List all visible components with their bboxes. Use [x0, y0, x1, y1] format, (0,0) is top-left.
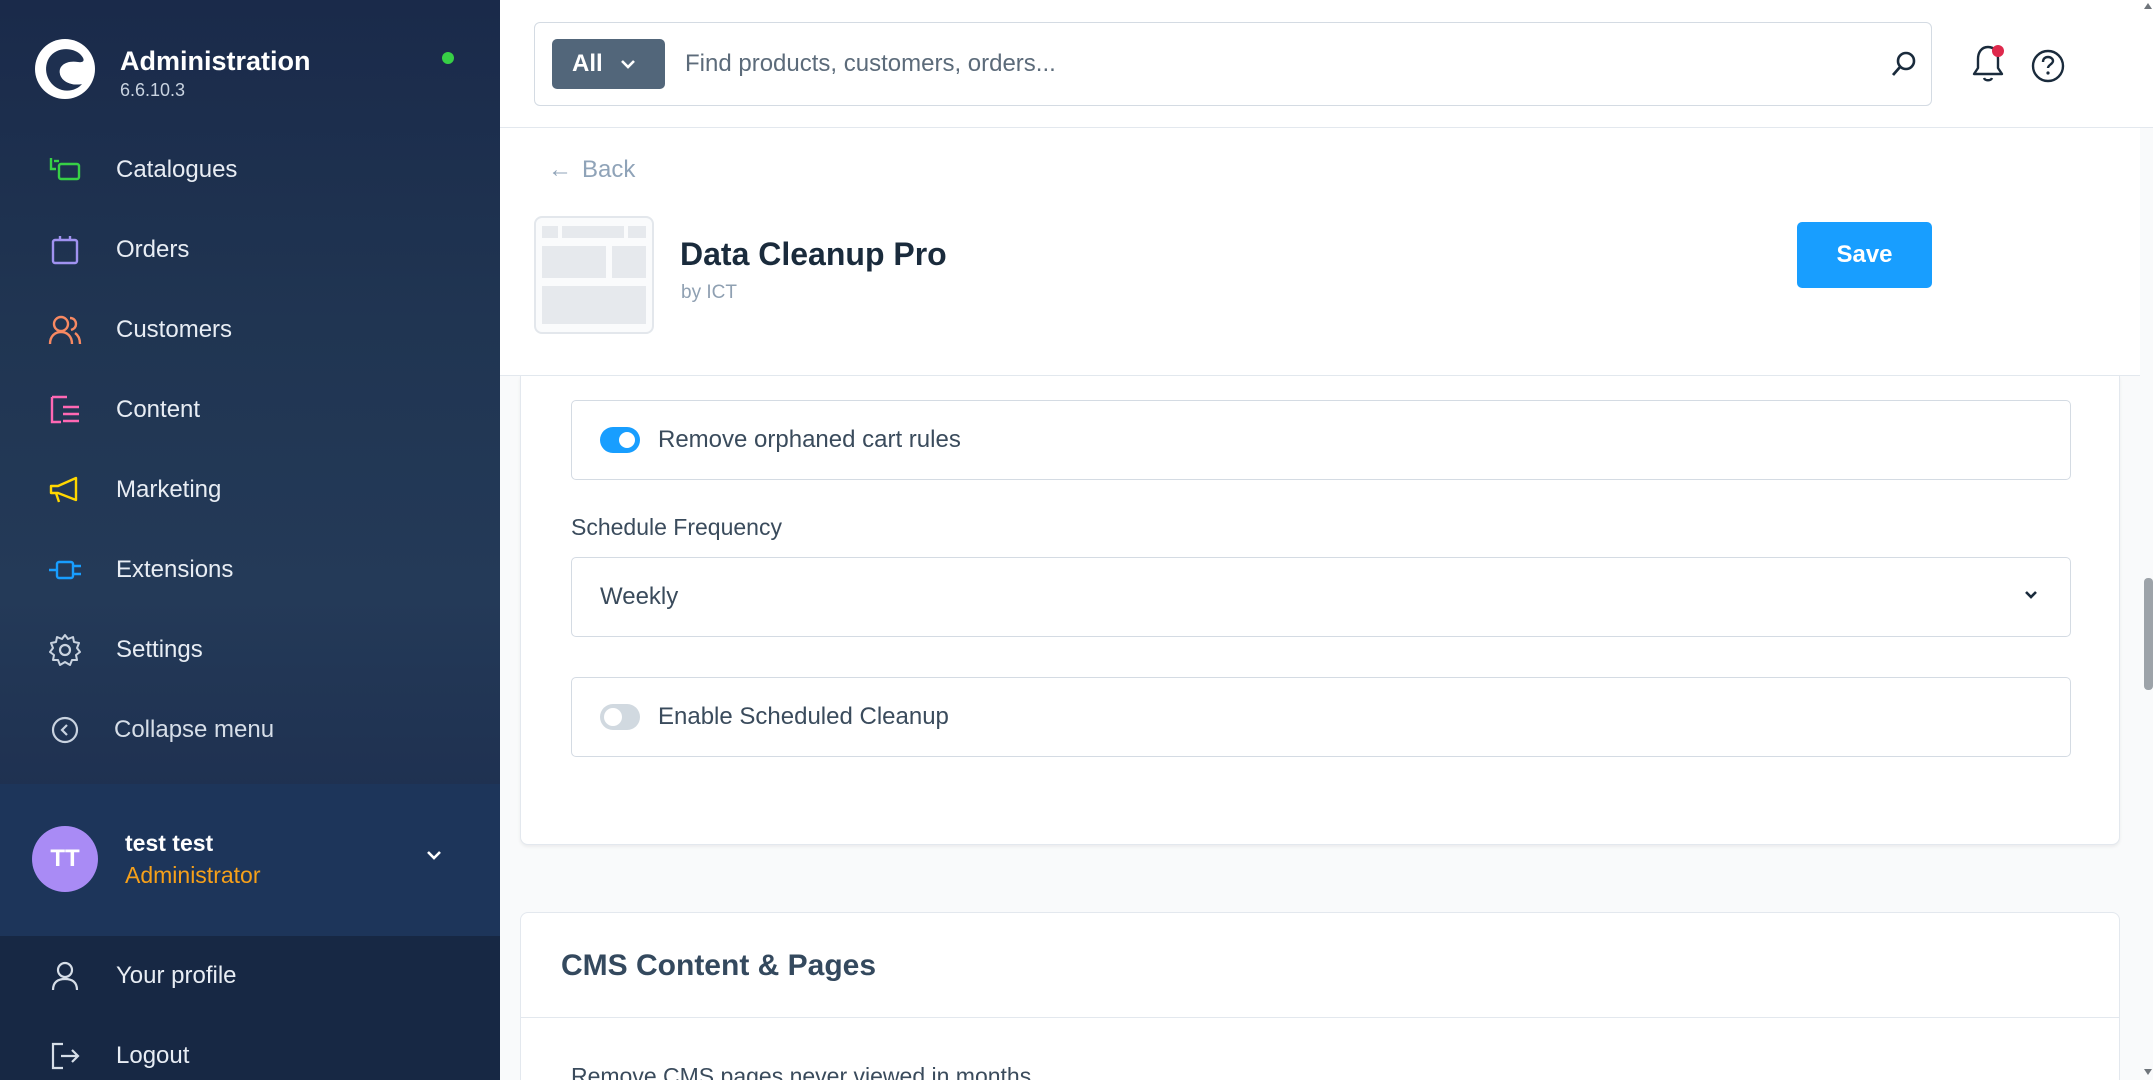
user-icon	[48, 959, 82, 993]
search-icon[interactable]	[1889, 49, 1919, 79]
schedule-frequency-label: Schedule Frequency	[571, 514, 782, 540]
notification-bell-icon[interactable]	[1970, 44, 2006, 84]
logout-icon	[48, 1039, 82, 1073]
back-link[interactable]: ← Back	[548, 156, 635, 184]
settings-card: Remove orphaned cart rules Schedule Freq…	[520, 376, 2120, 845]
schedule-frequency-value: Weekly	[600, 583, 679, 610]
search-scope-dropdown[interactable]: All	[552, 39, 665, 89]
chevron-down-icon	[620, 60, 635, 69]
sidebar-item-label: Marketing	[116, 476, 222, 503]
app-author: by ICT	[681, 282, 737, 303]
marketing-icon	[48, 473, 82, 507]
logout-link[interactable]: Logout	[0, 1016, 500, 1080]
schedule-frequency-select[interactable]: Weekly	[571, 557, 2071, 637]
orphaned-cart-rules-label: Remove orphaned cart rules	[658, 426, 961, 453]
shopware-logo	[35, 39, 95, 99]
cms-section-title: CMS Content & Pages	[561, 949, 877, 982]
sidebar-item-label: Orders	[116, 236, 190, 263]
settings-icon	[48, 633, 82, 667]
your-profile-label: Your profile	[116, 962, 237, 989]
customers-icon	[48, 313, 82, 347]
user-role: Administrator	[125, 862, 261, 888]
scrollbar-thumb[interactable]	[2144, 578, 2153, 690]
sidebar-item-customers[interactable]: Customers	[0, 290, 500, 370]
topbar: All	[500, 0, 2153, 128]
chevron-left-circle-icon	[48, 713, 82, 747]
sidebar-item-label: Settings	[116, 636, 203, 663]
scheduled-cleanup-field: Enable Scheduled Cleanup	[571, 677, 2071, 757]
back-label: Back	[582, 156, 636, 183]
orders-icon	[48, 233, 82, 267]
avatar: TT	[32, 826, 98, 892]
main-nav: Catalogues Orders Customers Content Mark…	[0, 130, 500, 770]
account-nav: Your profile Logout	[0, 936, 500, 1080]
sidebar-item-label: Customers	[116, 316, 233, 343]
search-input[interactable]	[685, 39, 1835, 89]
scheduled-cleanup-toggle[interactable]	[600, 704, 640, 730]
global-search: All	[534, 22, 1932, 106]
extensions-icon	[48, 553, 82, 587]
sidebar: Administration 6.6.10.3 Catalogues Order…	[0, 0, 500, 1080]
scheduled-cleanup-label: Enable Scheduled Cleanup	[658, 703, 949, 730]
sidebar-item-label: Catalogues	[116, 156, 238, 183]
user-menu[interactable]: TT test test Administrator	[0, 784, 500, 936]
logout-label: Logout	[116, 1042, 190, 1069]
chevron-down-icon[interactable]	[424, 848, 444, 862]
sidebar-item-orders[interactable]: Orders	[0, 210, 500, 290]
sidebar-item-catalogues[interactable]: Catalogues	[0, 130, 500, 210]
orphaned-cart-rules-field: Remove orphaned cart rules	[571, 400, 2071, 480]
user-name: test test	[125, 830, 214, 856]
help-icon[interactable]	[2030, 48, 2066, 84]
page-header: ← Back Data Cleanup Pro by ICT Save	[500, 128, 2140, 376]
sidebar-item-settings[interactable]: Settings	[0, 610, 500, 690]
brand-version: 6.6.10.3	[120, 80, 186, 100]
page-title: Data Cleanup Pro	[680, 236, 947, 272]
chevron-down-icon	[2025, 591, 2037, 599]
scroll-up-arrow-icon[interactable]	[2143, 2, 2153, 10]
sidebar-item-content[interactable]: Content	[0, 370, 500, 450]
save-button[interactable]: Save	[1797, 222, 1932, 288]
sidebar-item-extensions[interactable]: Extensions	[0, 530, 500, 610]
orphaned-cart-rules-toggle[interactable]	[600, 427, 640, 453]
cms-field-label: Remove CMS pages never viewed in months	[571, 1063, 1032, 1080]
sidebar-item-marketing[interactable]: Marketing	[0, 450, 500, 530]
catalogues-icon	[48, 153, 82, 187]
scroll-down-arrow-icon[interactable]	[2143, 1068, 2153, 1076]
cms-content-card: CMS Content & Pages Remove CMS pages nev…	[520, 912, 2120, 1080]
arrow-left-icon: ←	[548, 156, 572, 183]
your-profile-link[interactable]: Your profile	[0, 936, 500, 1016]
collapse-menu-label: Collapse menu	[114, 716, 275, 743]
sidebar-item-label: Extensions	[116, 556, 234, 583]
divider	[521, 1017, 2119, 1018]
status-dot	[442, 52, 454, 64]
collapse-menu-button[interactable]: Collapse menu	[0, 690, 500, 770]
sidebar-item-label: Content	[116, 396, 201, 423]
search-scope-label: All	[572, 50, 603, 77]
brand[interactable]: Administration 6.6.10.3	[34, 38, 504, 108]
content-icon	[48, 393, 82, 427]
brand-title: Administration	[120, 46, 311, 76]
app-thumbnail	[534, 216, 654, 334]
